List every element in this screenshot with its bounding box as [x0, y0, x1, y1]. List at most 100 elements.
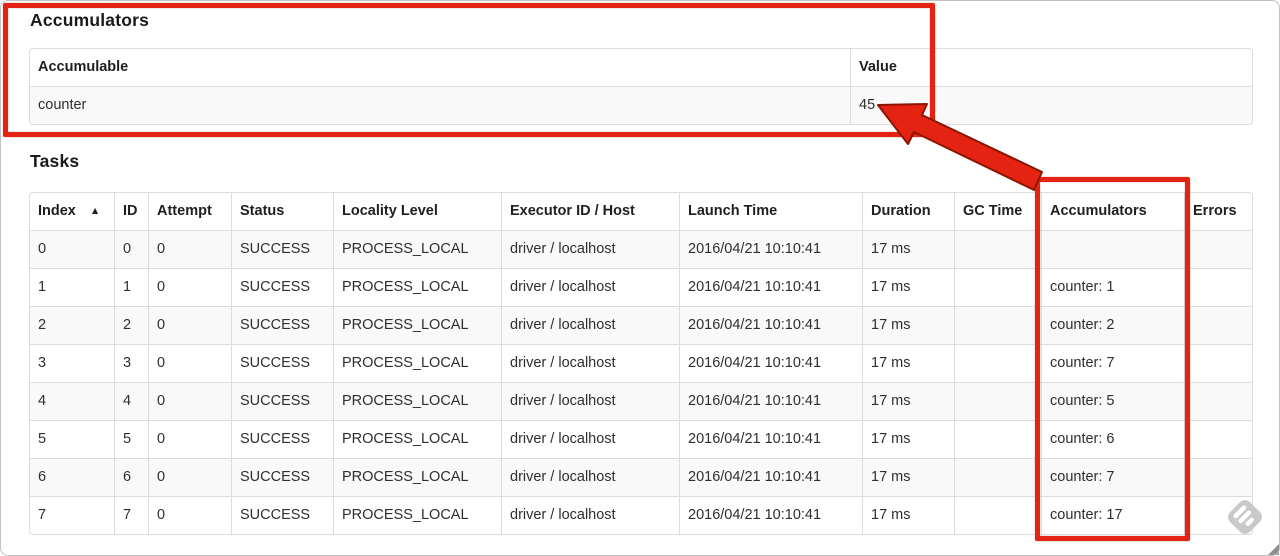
cell: 0	[30, 230, 114, 268]
cell: 1	[30, 268, 114, 306]
cell: 17 ms	[862, 420, 954, 458]
cell	[1184, 306, 1252, 344]
cell: counter: 7	[1041, 344, 1184, 382]
column-header-value: Value	[850, 49, 1252, 86]
cell: counter	[30, 86, 850, 124]
cell: 2	[30, 306, 114, 344]
table-row: 4 4 0 SUCCESS PROCESS_LOCAL driver / localhos…	[30, 382, 1252, 420]
cell: driver / localhost	[501, 268, 679, 306]
column-header-duration[interactable]: Duration	[862, 193, 954, 230]
cell: 0	[148, 458, 231, 496]
cell: SUCCESS	[231, 306, 333, 344]
cell: 2016/04/21 10:10:41	[679, 458, 862, 496]
cell: 2016/04/21 10:10:41	[679, 382, 862, 420]
cell	[1184, 268, 1252, 306]
cell: 2016/04/21 10:10:41	[679, 420, 862, 458]
cell: driver / localhost	[501, 382, 679, 420]
column-header-accumulable: Accumulable	[38, 59, 129, 75]
accumulators-header-row: Accumulable Value	[30, 49, 1252, 86]
cell: 2016/04/21 10:10:41	[679, 344, 862, 382]
cell: driver / localhost	[501, 420, 679, 458]
cell: PROCESS_LOCAL	[333, 496, 501, 534]
cell	[954, 420, 1041, 458]
cell: driver / localhost	[501, 344, 679, 382]
cell: counter: 6	[1041, 420, 1184, 458]
cell: 17 ms	[862, 382, 954, 420]
cell: 0	[148, 420, 231, 458]
cell: 17 ms	[862, 344, 954, 382]
column-header-launch-time[interactable]: Launch Time	[679, 193, 862, 230]
cell	[954, 382, 1041, 420]
cell: 2016/04/21 10:10:41	[679, 230, 862, 268]
tasks-header-row: Index ▲ ID Attempt Status Locality Level Execu…	[30, 193, 1252, 230]
cell	[954, 306, 1041, 344]
cell: counter: 7	[1041, 458, 1184, 496]
cell: 0	[148, 496, 231, 534]
cell: 6	[114, 458, 148, 496]
accumulators-table: Accumulable Value counter 45	[29, 48, 1253, 125]
cell: PROCESS_LOCAL	[333, 382, 501, 420]
table-row: 7 7 0 SUCCESS PROCESS_LOCAL driver / localhos…	[30, 496, 1252, 534]
cell: SUCCESS	[231, 458, 333, 496]
cell	[954, 496, 1041, 534]
cell	[1184, 496, 1252, 534]
cell: 2016/04/21 10:10:41	[679, 496, 862, 534]
cell: SUCCESS	[231, 344, 333, 382]
cell: driver / localhost	[501, 230, 679, 268]
cell: 0	[148, 268, 231, 306]
cell: 0	[148, 344, 231, 382]
cell: 0	[148, 382, 231, 420]
column-header-gc-time[interactable]: GC Time	[954, 193, 1041, 230]
table-row: counter 45	[30, 86, 1252, 124]
cell: PROCESS_LOCAL	[333, 306, 501, 344]
cell: driver / localhost	[501, 306, 679, 344]
cell: PROCESS_LOCAL	[333, 230, 501, 268]
cell	[1184, 458, 1252, 496]
cell: driver / localhost	[501, 458, 679, 496]
cell: 17 ms	[862, 496, 954, 534]
column-header-errors[interactable]: Errors	[1184, 193, 1252, 230]
column-header-executor-id-host[interactable]: Executor ID / Host	[501, 193, 679, 230]
column-header-locality-level[interactable]: Locality Level	[333, 193, 501, 230]
cell: 4	[114, 382, 148, 420]
cell: 5	[30, 420, 114, 458]
cell: counter: 2	[1041, 306, 1184, 344]
column-header-id[interactable]: ID	[114, 193, 148, 230]
cell: 2016/04/21 10:10:41	[679, 306, 862, 344]
column-header-accumulators[interactable]: Accumulators	[1041, 193, 1184, 230]
cell: PROCESS_LOCAL	[333, 458, 501, 496]
cell: 2016/04/21 10:10:41	[679, 268, 862, 306]
table-row: 6 6 0 SUCCESS PROCESS_LOCAL driver / localhos…	[30, 458, 1252, 496]
cell: 17 ms	[862, 268, 954, 306]
cell: SUCCESS	[231, 496, 333, 534]
cell: SUCCESS	[231, 230, 333, 268]
cell: 17 ms	[862, 306, 954, 344]
cell: PROCESS_LOCAL	[333, 344, 501, 382]
column-header-status[interactable]: Status	[231, 193, 333, 230]
cell: 0	[148, 230, 231, 268]
cell	[954, 230, 1041, 268]
cell: counter: 5	[1041, 382, 1184, 420]
cell: 7	[30, 496, 114, 534]
column-header-index[interactable]: Index ▲	[30, 193, 114, 230]
table-row: 1 1 0 SUCCESS PROCESS_LOCAL driver / localhos…	[30, 268, 1252, 306]
cell: PROCESS_LOCAL	[333, 268, 501, 306]
tasks-section-title: Tasks	[30, 151, 80, 171]
cell: 4	[30, 382, 114, 420]
tasks-table: Index ▲ ID Attempt Status Locality Level Execu…	[29, 192, 1253, 535]
cell: 6	[30, 458, 114, 496]
table-row: 2 2 0 SUCCESS PROCESS_LOCAL driver / localhos…	[30, 306, 1252, 344]
cell	[954, 268, 1041, 306]
cell: driver / localhost	[501, 496, 679, 534]
cell: 0	[114, 230, 148, 268]
cell	[1041, 230, 1184, 268]
cell: 3	[114, 344, 148, 382]
cell: SUCCESS	[231, 382, 333, 420]
cell	[1184, 382, 1252, 420]
cell: 2	[114, 306, 148, 344]
cell: 17 ms	[862, 230, 954, 268]
cell: PROCESS_LOCAL	[333, 420, 501, 458]
table-row: 5 5 0 SUCCESS PROCESS_LOCAL driver / localhos…	[30, 420, 1252, 458]
column-header-attempt[interactable]: Attempt	[148, 193, 231, 230]
cell: SUCCESS	[231, 420, 333, 458]
